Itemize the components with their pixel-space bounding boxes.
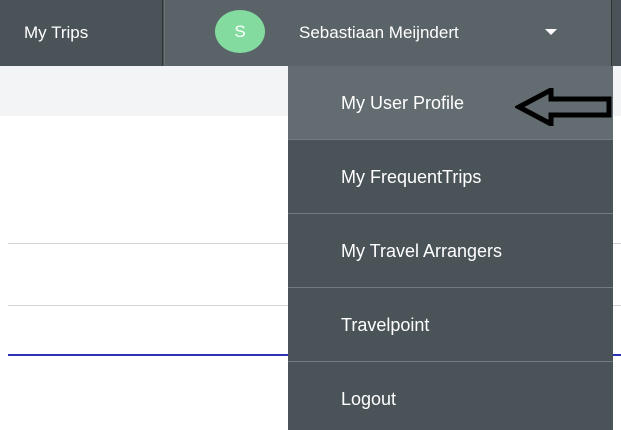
avatar: S [215, 10, 265, 53]
menu-item-my-frequent-trips[interactable]: My FrequentTrips [288, 140, 613, 214]
top-navigation-bar: My Trips S Sebastiaan Meijndert [0, 0, 621, 66]
left-arrow-icon [515, 88, 612, 126]
user-name: Sebastiaan Meijndert [299, 23, 459, 42]
app-screen: My Trips S Sebastiaan Meijndert My User … [0, 0, 621, 430]
menu-item-logout[interactable]: Logout [288, 362, 613, 430]
my-trips-nav-item[interactable]: My Trips [0, 0, 163, 66]
user-menu-toggle[interactable]: S Sebastiaan Meijndert [164, 0, 612, 66]
caret-down-icon [545, 29, 557, 35]
menu-item-my-travel-arrangers[interactable]: My Travel Arrangers [288, 214, 613, 288]
menu-item-travelpoint[interactable]: Travelpoint [288, 288, 613, 362]
